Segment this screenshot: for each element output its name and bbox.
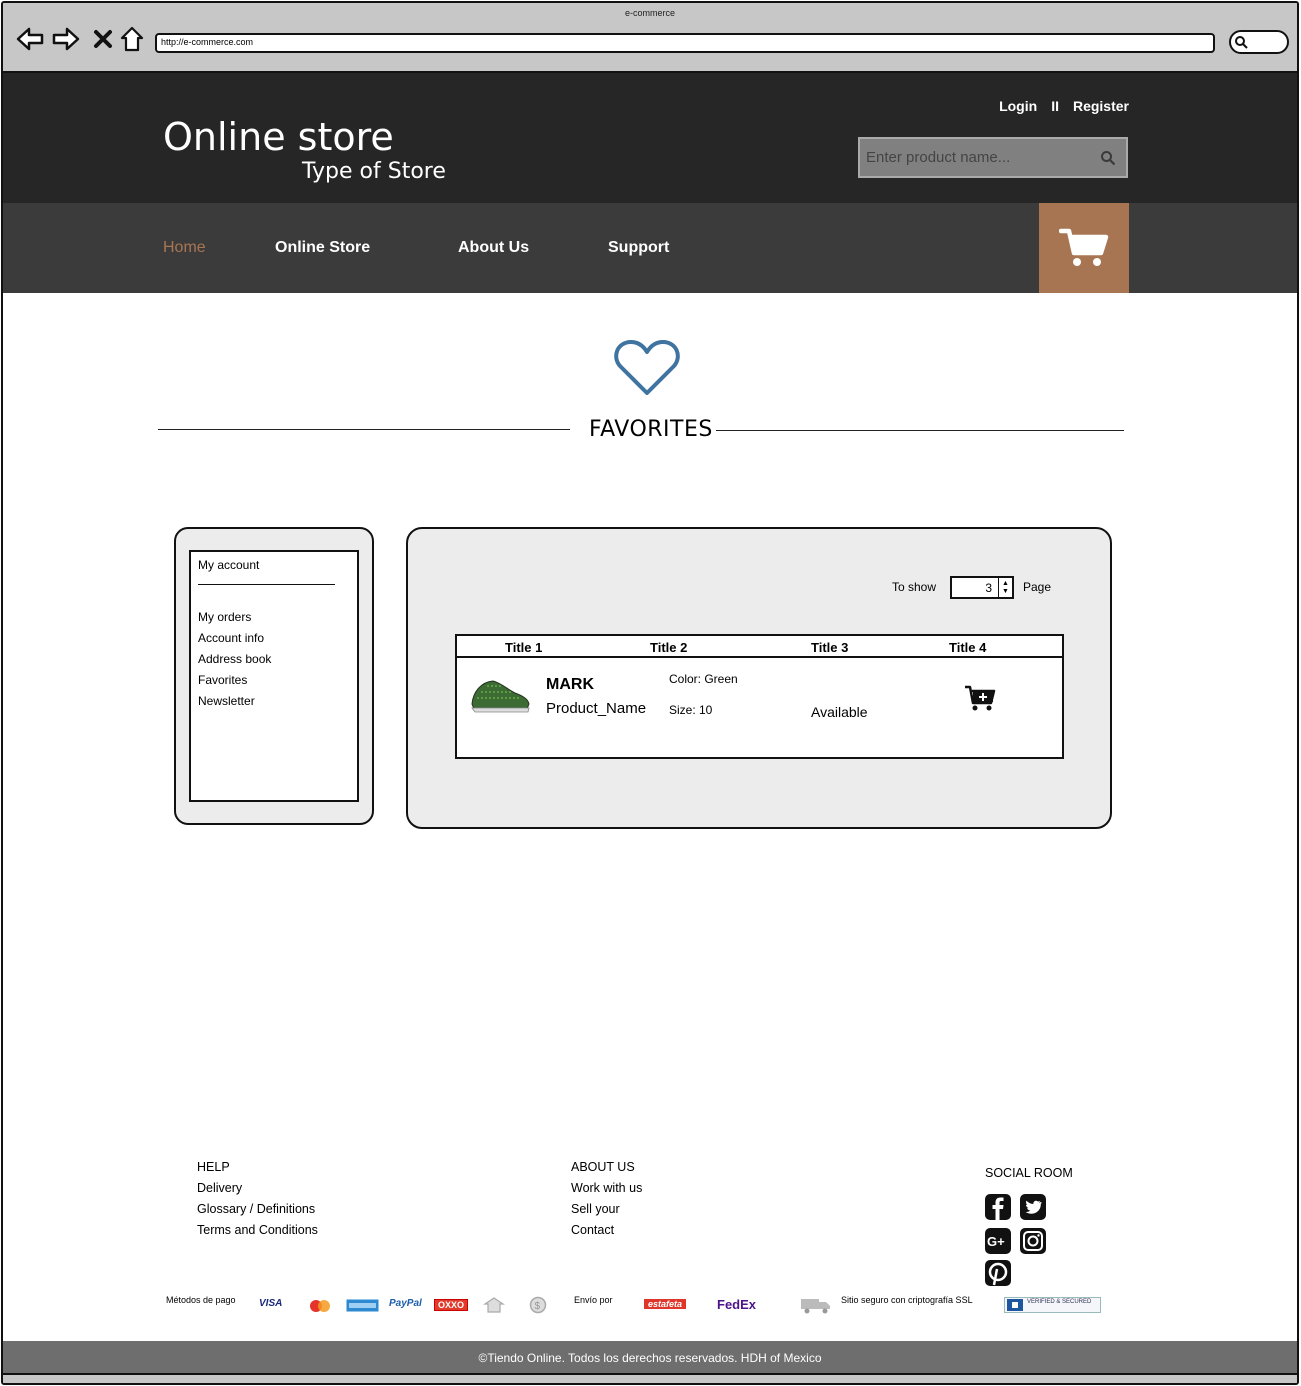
column-header: Title 3 xyxy=(811,640,849,655)
stepper-arrows[interactable]: ▲ ▼ xyxy=(998,578,1012,597)
product-brand: MARK xyxy=(546,676,594,693)
footer-help-title: HELP xyxy=(197,1160,230,1174)
menu-item-favorites[interactable]: Favorites xyxy=(198,670,350,691)
browser-title: e-commerce xyxy=(624,8,675,18)
browser-window: e-commerce http://e-commerce.com Online … xyxy=(1,1,1299,1385)
ssl-badge-text: VERIFIED & SECURED xyxy=(1027,1299,1092,1305)
menu-item-newsletter[interactable]: Newsletter xyxy=(198,691,350,712)
social-title: SOCIAL ROOM xyxy=(985,1166,1073,1180)
stepper-down-icon[interactable]: ▼ xyxy=(1002,588,1009,596)
menu-item-address-book[interactable]: Address book xyxy=(198,649,350,670)
browser-toolbar: e-commerce http://e-commerce.com xyxy=(3,3,1297,73)
footer-help: HELP Delivery Glossary / Definitions Ter… xyxy=(197,1157,318,1241)
column-header: Title 2 xyxy=(650,640,688,655)
browser-search-field[interactable] xyxy=(1229,30,1289,54)
add-to-cart-icon[interactable] xyxy=(964,684,996,712)
account-menu-title: My account xyxy=(198,558,335,585)
nav-online-store[interactable]: Online Store xyxy=(275,239,370,257)
page-label: Page xyxy=(1023,580,1052,594)
store-title[interactable]: Online store xyxy=(163,115,394,159)
product-name[interactable]: Product_Name xyxy=(546,700,646,717)
product-search xyxy=(858,137,1128,178)
heart-icon xyxy=(614,340,680,395)
url-bar[interactable]: http://e-commerce.com xyxy=(155,33,1215,53)
browser-status-bar xyxy=(3,1373,1297,1383)
register-link[interactable]: Register xyxy=(1073,98,1129,114)
facebook-icon[interactable] xyxy=(984,1193,1012,1221)
auth-separator: II xyxy=(1051,98,1059,114)
shield-icon xyxy=(1007,1299,1023,1311)
site-header: Online store Type of Store Login II Regi… xyxy=(3,73,1297,203)
bank-icon xyxy=(483,1297,505,1313)
login-link[interactable]: Login xyxy=(999,98,1037,114)
account-menu: My account My orders Account info Addres… xyxy=(189,550,359,802)
footer-about-title: ABOUT US xyxy=(571,1160,635,1174)
stepper-up-icon[interactable]: ▲ xyxy=(1002,580,1009,588)
search-icon[interactable] xyxy=(1100,150,1116,166)
fedex-logo: FedEx xyxy=(717,1297,757,1312)
store-type: Type of Store xyxy=(302,159,446,184)
home-icon[interactable] xyxy=(117,24,147,54)
favorites-table: Title 1 Title 2 Title 3 Title 4 MARK Pro… xyxy=(455,634,1064,759)
product-size: Size: 10 xyxy=(669,703,713,717)
footer-link-sell[interactable]: Sell your xyxy=(571,1199,642,1220)
close-icon[interactable] xyxy=(88,24,118,54)
paypal-logo: PayPal xyxy=(389,1298,422,1309)
items-per-page-value: 3 xyxy=(985,581,992,595)
google-plus-icon[interactable]: G+ xyxy=(984,1227,1012,1255)
cart-button[interactable] xyxy=(1039,203,1129,293)
page-title: FAVORITES xyxy=(589,417,713,442)
copyright-text: ©Tiendo Online. Todos los derechos reser… xyxy=(478,1351,822,1365)
ssl-badge: VERIFIED & SECURED xyxy=(1004,1297,1101,1313)
footer-link-terms[interactable]: Terms and Conditions xyxy=(197,1220,318,1241)
instagram-icon[interactable] xyxy=(1019,1227,1047,1255)
items-per-page-stepper[interactable]: 3 ▲ ▼ xyxy=(950,576,1014,599)
nav-about-us[interactable]: About Us xyxy=(458,239,529,257)
menu-item-account-info[interactable]: Account info xyxy=(198,628,350,649)
ssl-label: Sitio seguro con criptografía SSL xyxy=(841,1295,973,1305)
auth-links: Login II Register xyxy=(999,98,1129,114)
cash-icon: $ xyxy=(529,1296,547,1314)
footer-about: ABOUT US Work with us Sell your Contact xyxy=(571,1157,642,1241)
search-icon xyxy=(1235,36,1248,49)
mastercard-icon xyxy=(310,1300,330,1312)
footer-link-glossary[interactable]: Glossary / Definitions xyxy=(197,1199,318,1220)
account-menu-list: My orders Account info Address book Favo… xyxy=(198,607,350,712)
back-icon[interactable] xyxy=(15,24,45,54)
pinterest-icon[interactable] xyxy=(984,1259,1012,1287)
estafeta-logo: estafeta xyxy=(644,1299,687,1309)
product-availability: Available xyxy=(811,704,868,720)
footer-link-work[interactable]: Work with us xyxy=(571,1178,642,1199)
footer-link-delivery[interactable]: Delivery xyxy=(197,1178,318,1199)
nav-home[interactable]: Home xyxy=(163,239,206,257)
column-header: Title 1 xyxy=(505,640,543,655)
column-header: Title 4 xyxy=(949,640,987,655)
svg-text:G+: G+ xyxy=(987,1234,1005,1249)
divider-right xyxy=(716,430,1124,431)
svg-text:$: $ xyxy=(535,1301,541,1312)
forward-icon[interactable] xyxy=(51,24,81,54)
product-search-input[interactable] xyxy=(860,139,1100,176)
to-show-label: To show xyxy=(892,580,937,594)
oxxo-logo: OXXO xyxy=(434,1299,469,1311)
divider-left xyxy=(158,429,570,430)
main-nav: Home Online Store About Us Support xyxy=(3,203,1297,293)
delivery-truck-icon xyxy=(801,1299,830,1314)
product-image[interactable] xyxy=(469,678,531,714)
footer-link-contact[interactable]: Contact xyxy=(571,1220,642,1241)
menu-item-orders[interactable]: My orders xyxy=(198,607,350,628)
visa-logo: VISA xyxy=(259,1298,283,1309)
copyright-bar: ©Tiendo Online. Todos los derechos reser… xyxy=(3,1341,1297,1373)
nav-support[interactable]: Support xyxy=(608,239,669,257)
cart-icon xyxy=(1059,228,1109,266)
table-header: Title 1 Title 2 Title 3 Title 4 xyxy=(457,636,1062,658)
product-color: Color: Green xyxy=(669,672,738,686)
shipping-label: Envío por xyxy=(574,1295,613,1305)
payment-label: Métodos de pago xyxy=(166,1295,236,1305)
twitter-icon[interactable] xyxy=(1019,1193,1047,1221)
amex-icon xyxy=(346,1299,379,1312)
